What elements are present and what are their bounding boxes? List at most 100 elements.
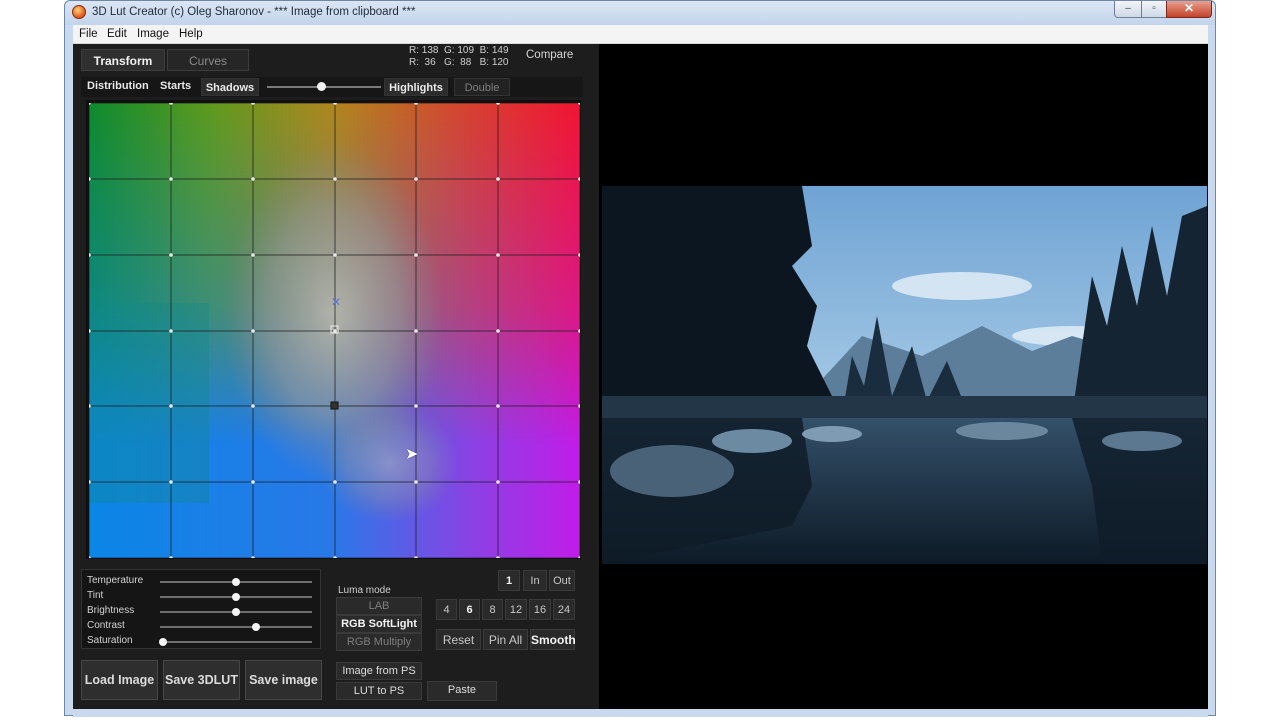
client-area: Transform Curves R: 138 G: 109 B: 149 R: … xyxy=(73,44,1208,709)
grid-node[interactable] xyxy=(251,329,255,333)
slider-knob[interactable] xyxy=(232,578,240,586)
slider-track[interactable] xyxy=(160,623,312,631)
pixel-distribution-tail xyxy=(319,403,459,523)
grid-node[interactable] xyxy=(251,253,255,257)
grid-size-4[interactable]: 4 xyxy=(436,599,457,620)
luma-rgb-multiply-button[interactable]: RGB Multiply xyxy=(336,633,422,651)
menu-edit[interactable]: Edit xyxy=(107,28,127,40)
slider-track[interactable] xyxy=(159,638,312,646)
grid-node[interactable] xyxy=(496,177,500,181)
grid-node[interactable] xyxy=(333,329,337,333)
photo-rock xyxy=(802,426,862,442)
slider-knob[interactable] xyxy=(232,593,240,601)
slider-track[interactable] xyxy=(160,578,312,586)
title-bar[interactable]: 3D Lut Creator (c) Oleg Sharonov - *** I… xyxy=(65,1,1215,25)
grid-node[interactable] xyxy=(414,329,418,333)
photo-forest-left xyxy=(602,186,842,416)
preview-image[interactable] xyxy=(602,186,1207,564)
minimize-button[interactable]: – xyxy=(1114,1,1142,18)
distribution-toggle[interactable]: Distribution xyxy=(87,80,149,92)
grid-node[interactable] xyxy=(169,480,173,484)
color-grid[interactable]: ✕ xyxy=(89,103,580,558)
pin-all-button[interactable]: Pin All xyxy=(483,629,528,650)
grid-node[interactable] xyxy=(496,480,500,484)
grid-node[interactable] xyxy=(169,329,173,333)
smooth-button[interactable]: Smooth xyxy=(530,629,576,650)
load-image-button[interactable]: Load Image xyxy=(81,660,158,700)
view-out-button[interactable]: Out xyxy=(549,570,575,591)
color-grid-svg[interactable]: ✕ xyxy=(89,103,580,558)
grid-size-24[interactable]: 24 xyxy=(553,599,575,620)
grid-node[interactable] xyxy=(496,329,500,333)
shadows-button[interactable]: Shadows xyxy=(201,78,259,96)
luma-rgb-softlight-button[interactable]: RGB SoftLight xyxy=(336,615,422,633)
photo-rock xyxy=(956,422,1048,440)
grid-node[interactable] xyxy=(414,177,418,181)
view-1-button[interactable]: 1 xyxy=(498,570,520,591)
grid-node[interactable] xyxy=(251,177,255,181)
slider-label: Saturation xyxy=(87,635,133,646)
slider-knob[interactable] xyxy=(159,638,168,646)
grid-node[interactable] xyxy=(333,177,337,181)
reset-button[interactable]: Reset xyxy=(436,629,481,650)
luma-lab-button[interactable]: LAB xyxy=(336,597,422,615)
grid-node[interactable] xyxy=(333,480,337,484)
grid-node[interactable] xyxy=(414,253,418,257)
active-node-marker[interactable] xyxy=(330,401,339,410)
grid-node[interactable] xyxy=(414,480,418,484)
slider-tint[interactable]: Tint xyxy=(86,590,316,604)
lut-to-ps-button[interactable]: LUT to PS xyxy=(336,682,422,700)
paste-button[interactable]: Paste xyxy=(427,681,497,701)
rgb-readout-line1: R: 138 G: 109 B: 149 xyxy=(409,45,509,56)
grid-node[interactable] xyxy=(496,404,500,408)
grid-node[interactable] xyxy=(169,177,173,181)
tab-transform[interactable]: Transform xyxy=(81,49,165,71)
slider-knob[interactable] xyxy=(251,623,260,631)
starts-toggle[interactable]: Starts xyxy=(160,80,191,92)
slider-track[interactable] xyxy=(160,593,312,601)
slider-brightness[interactable]: Brightness xyxy=(86,605,316,619)
close-button[interactable]: ✕ xyxy=(1166,1,1212,18)
slider-knob[interactable] xyxy=(232,608,240,616)
preview-photo-svg xyxy=(602,186,1207,564)
grid-size-16[interactable]: 16 xyxy=(529,599,551,620)
grid-node[interactable] xyxy=(169,253,173,257)
grid-node[interactable] xyxy=(251,480,255,484)
view-in-button[interactable]: In xyxy=(523,570,547,591)
slider-contrast[interactable]: Contrast xyxy=(86,620,316,634)
desktop: 3D Lut Creator (c) Oleg Sharonov - *** I… xyxy=(0,0,1280,720)
photo-cloud xyxy=(892,272,1032,300)
slider-label: Contrast xyxy=(87,620,125,631)
slider-saturation[interactable]: Saturation xyxy=(86,635,316,649)
tab-curves[interactable]: Curves xyxy=(167,49,249,71)
shadows-highlights-slider[interactable] xyxy=(267,82,381,91)
grid-size-8[interactable]: 8 xyxy=(482,599,503,620)
app-logo-icon xyxy=(72,5,86,19)
luma-mode-label: Luma mode xyxy=(338,585,391,596)
save-image-button[interactable]: Save image xyxy=(245,660,322,700)
maximize-button[interactable]: ▫ xyxy=(1141,1,1167,18)
image-from-ps-button[interactable]: Image from PS xyxy=(336,662,422,680)
controls-panel: Transform Curves R: 138 G: 109 B: 149 R: … xyxy=(73,44,599,709)
grid-size-12[interactable]: 12 xyxy=(505,599,527,620)
photo-rock xyxy=(712,429,792,453)
slider-temperature[interactable]: Temperature xyxy=(86,575,316,589)
menu-image[interactable]: Image xyxy=(137,28,169,40)
grid-node[interactable] xyxy=(496,253,500,257)
slider-track[interactable] xyxy=(160,608,312,616)
double-button[interactable]: Double xyxy=(454,78,510,96)
grid-node[interactable] xyxy=(414,404,418,408)
rgb-readout: R: 138 G: 109 B: 149 R: 36 G: 88 B: 120 xyxy=(409,45,509,69)
compare-button[interactable]: Compare xyxy=(526,49,573,61)
grid-node[interactable] xyxy=(251,404,255,408)
menu-help[interactable]: Help xyxy=(179,28,203,40)
grid-size-6[interactable]: 6 xyxy=(459,599,480,620)
highlights-button[interactable]: Highlights xyxy=(384,78,448,96)
menu-file[interactable]: File xyxy=(79,28,98,40)
slider-knob[interactable] xyxy=(317,82,326,91)
grid-node[interactable] xyxy=(169,404,173,408)
grid-node[interactable] xyxy=(333,253,337,257)
app-window: 3D Lut Creator (c) Oleg Sharonov - *** I… xyxy=(64,0,1216,717)
menu-bar: File Edit Image Help xyxy=(73,25,1208,44)
save-3dlut-button[interactable]: Save 3DLUT xyxy=(163,660,240,700)
